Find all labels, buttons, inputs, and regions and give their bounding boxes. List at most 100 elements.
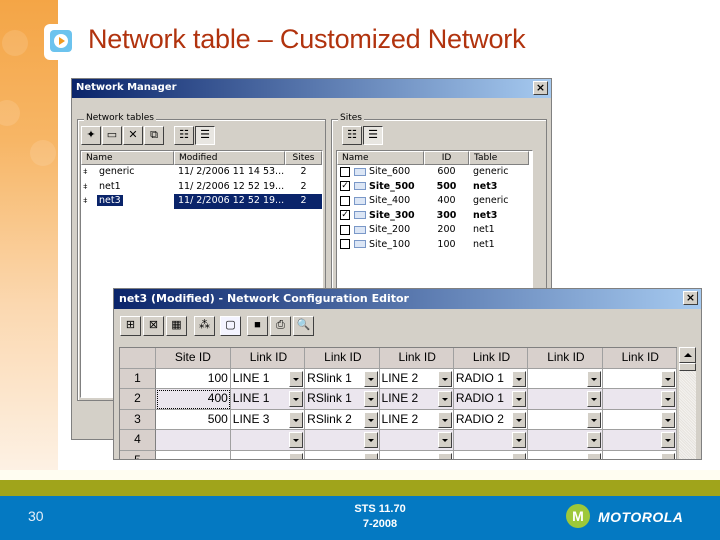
link-id-dropdown[interactable]: [602, 409, 677, 430]
chevron-down-icon[interactable]: [512, 411, 527, 428]
list-item[interactable]: ✓ Site_300 300 net3: [337, 209, 532, 224]
blank-button[interactable]: ▢: [220, 316, 241, 336]
chevron-down-icon[interactable]: [363, 370, 378, 387]
link-id-dropdown[interactable]: [602, 389, 677, 410]
chevron-down-icon[interactable]: [289, 370, 304, 387]
list-item[interactable]: ⧧ net3 11/ 2/2006 12 52 19... 2: [81, 194, 322, 209]
chevron-down-icon[interactable]: [289, 432, 304, 448]
chevron-down-icon[interactable]: [363, 391, 378, 407]
chevron-down-icon[interactable]: [437, 452, 452, 459]
print-preview-button[interactable]: 🔍: [293, 316, 314, 336]
list-item[interactable]: ✓ Site_500 500 net3: [337, 180, 532, 195]
print-button[interactable]: ⎙: [270, 316, 291, 336]
chevron-down-icon[interactable]: [437, 411, 452, 428]
chevron-down-icon[interactable]: [586, 452, 601, 459]
link-id-dropdown[interactable]: LINE 2: [379, 368, 454, 389]
row-number[interactable]: 5: [120, 450, 156, 459]
link-id-dropdown[interactable]: [528, 450, 603, 459]
details-view-button[interactable]: ☰: [195, 126, 215, 145]
column-header-sites[interactable]: Sites: [285, 151, 322, 165]
link-id-dropdown[interactable]: RADIO 2: [453, 409, 529, 430]
site-checkbox[interactable]: [340, 195, 350, 206]
chevron-down-icon[interactable]: [363, 432, 378, 448]
site-id-cell[interactable]: [155, 430, 231, 451]
vertical-scrollbar[interactable]: [679, 347, 696, 459]
row-number[interactable]: 4: [120, 430, 156, 451]
link-id-dropdown[interactable]: RADIO 1: [453, 389, 529, 410]
chevron-down-icon[interactable]: [586, 432, 601, 448]
chevron-down-icon[interactable]: [586, 411, 601, 428]
link-id-dropdown[interactable]: [528, 430, 603, 451]
chevron-down-icon[interactable]: [660, 432, 675, 448]
chevron-down-icon[interactable]: [289, 452, 304, 459]
chevron-down-icon[interactable]: [586, 391, 601, 407]
chevron-down-icon[interactable]: [289, 391, 304, 407]
link-id-dropdown[interactable]: [528, 409, 603, 430]
chevron-down-icon[interactable]: [512, 452, 527, 459]
editor-titlebar[interactable]: net3 (Modified) - Network Configuration …: [114, 289, 701, 309]
chevron-down-icon[interactable]: [437, 391, 452, 407]
copy-button[interactable]: ⧉: [144, 126, 164, 145]
column-header-name[interactable]: Name: [337, 151, 424, 165]
list-item[interactable]: ⧧ net1 11/ 2/2006 12 52 19... 2: [81, 180, 322, 195]
site-id-cell[interactable]: 500: [155, 409, 231, 430]
column-header-link-id[interactable]: Link ID: [602, 348, 677, 369]
column-header-link-id[interactable]: Link ID: [305, 348, 380, 369]
save-button[interactable]: ■: [247, 316, 268, 336]
chevron-down-icon[interactable]: [289, 411, 304, 428]
link-id-dropdown[interactable]: [230, 430, 306, 451]
list-item[interactable]: ⧧ generic 11/ 2/2006 11 14 53... 2: [81, 165, 322, 180]
sites-list[interactable]: Name ID Table Site_600 600 generic ✓ Site_50…: [336, 150, 533, 310]
list-item[interactable]: Site_600 600 generic: [337, 165, 532, 180]
column-header-link-id[interactable]: Link ID: [528, 348, 603, 369]
link-id-dropdown[interactable]: [379, 450, 454, 459]
chevron-down-icon[interactable]: [437, 432, 452, 448]
chevron-down-icon[interactable]: [660, 391, 675, 407]
link-id-dropdown[interactable]: RSlink 1: [305, 368, 380, 389]
site-checkbox[interactable]: ✓: [340, 210, 350, 220]
details-view-button[interactable]: ☰: [363, 126, 383, 145]
link-id-dropdown[interactable]: [528, 368, 603, 389]
scroll-up-button[interactable]: [679, 347, 696, 363]
chevron-down-icon[interactable]: [437, 370, 452, 387]
row-number[interactable]: 2: [120, 389, 156, 410]
row-number[interactable]: 3: [120, 409, 156, 430]
site-id-cell[interactable]: 400: [155, 389, 231, 410]
chevron-down-icon[interactable]: [363, 411, 378, 428]
chevron-down-icon[interactable]: [660, 370, 675, 387]
list-item[interactable]: Site_400 400 generic: [337, 194, 532, 209]
site-id-cell[interactable]: [155, 450, 231, 459]
link-id-dropdown[interactable]: [453, 450, 529, 459]
delete-button[interactable]: ✕: [123, 126, 143, 145]
link-id-dropdown[interactable]: [305, 430, 380, 451]
network-manager-titlebar[interactable]: Network Manager ×: [72, 79, 551, 98]
close-button[interactable]: ×: [683, 291, 698, 305]
site-checkbox[interactable]: ✓: [340, 181, 350, 191]
column-header-link-id[interactable]: Link ID: [230, 348, 306, 369]
column-header-table[interactable]: Table: [469, 151, 529, 165]
link-id-dropdown[interactable]: RSlink 1: [305, 389, 380, 410]
column-header-link-id[interactable]: Link ID: [453, 348, 529, 369]
site-id-cell[interactable]: 100: [155, 368, 231, 389]
chevron-down-icon[interactable]: [512, 370, 527, 387]
row-number[interactable]: 1: [120, 368, 156, 389]
site-checkbox[interactable]: [340, 224, 350, 235]
open-folder-button[interactable]: ▭: [102, 126, 122, 145]
link-id-dropdown[interactable]: [305, 450, 380, 459]
list-item[interactable]: Site_200 200 net1: [337, 223, 532, 238]
network-button[interactable]: ⁂: [194, 316, 215, 336]
link-id-dropdown[interactable]: LINE 1: [230, 368, 306, 389]
new-table-button[interactable]: ✦: [81, 126, 101, 145]
insert-row-button[interactable]: ⊞: [120, 316, 141, 336]
link-id-dropdown[interactable]: [602, 450, 677, 459]
chevron-down-icon[interactable]: [363, 452, 378, 459]
column-header-id[interactable]: ID: [424, 151, 469, 165]
link-id-dropdown[interactable]: LINE 2: [379, 409, 454, 430]
chevron-down-icon[interactable]: [512, 432, 527, 448]
chevron-down-icon[interactable]: [660, 452, 675, 459]
list-view-button[interactable]: ☷: [174, 126, 194, 145]
link-id-dropdown[interactable]: RADIO 1: [453, 368, 529, 389]
chevron-down-icon[interactable]: [660, 411, 675, 428]
site-checkbox[interactable]: [340, 166, 350, 177]
link-id-dropdown[interactable]: LINE 1: [230, 389, 306, 410]
